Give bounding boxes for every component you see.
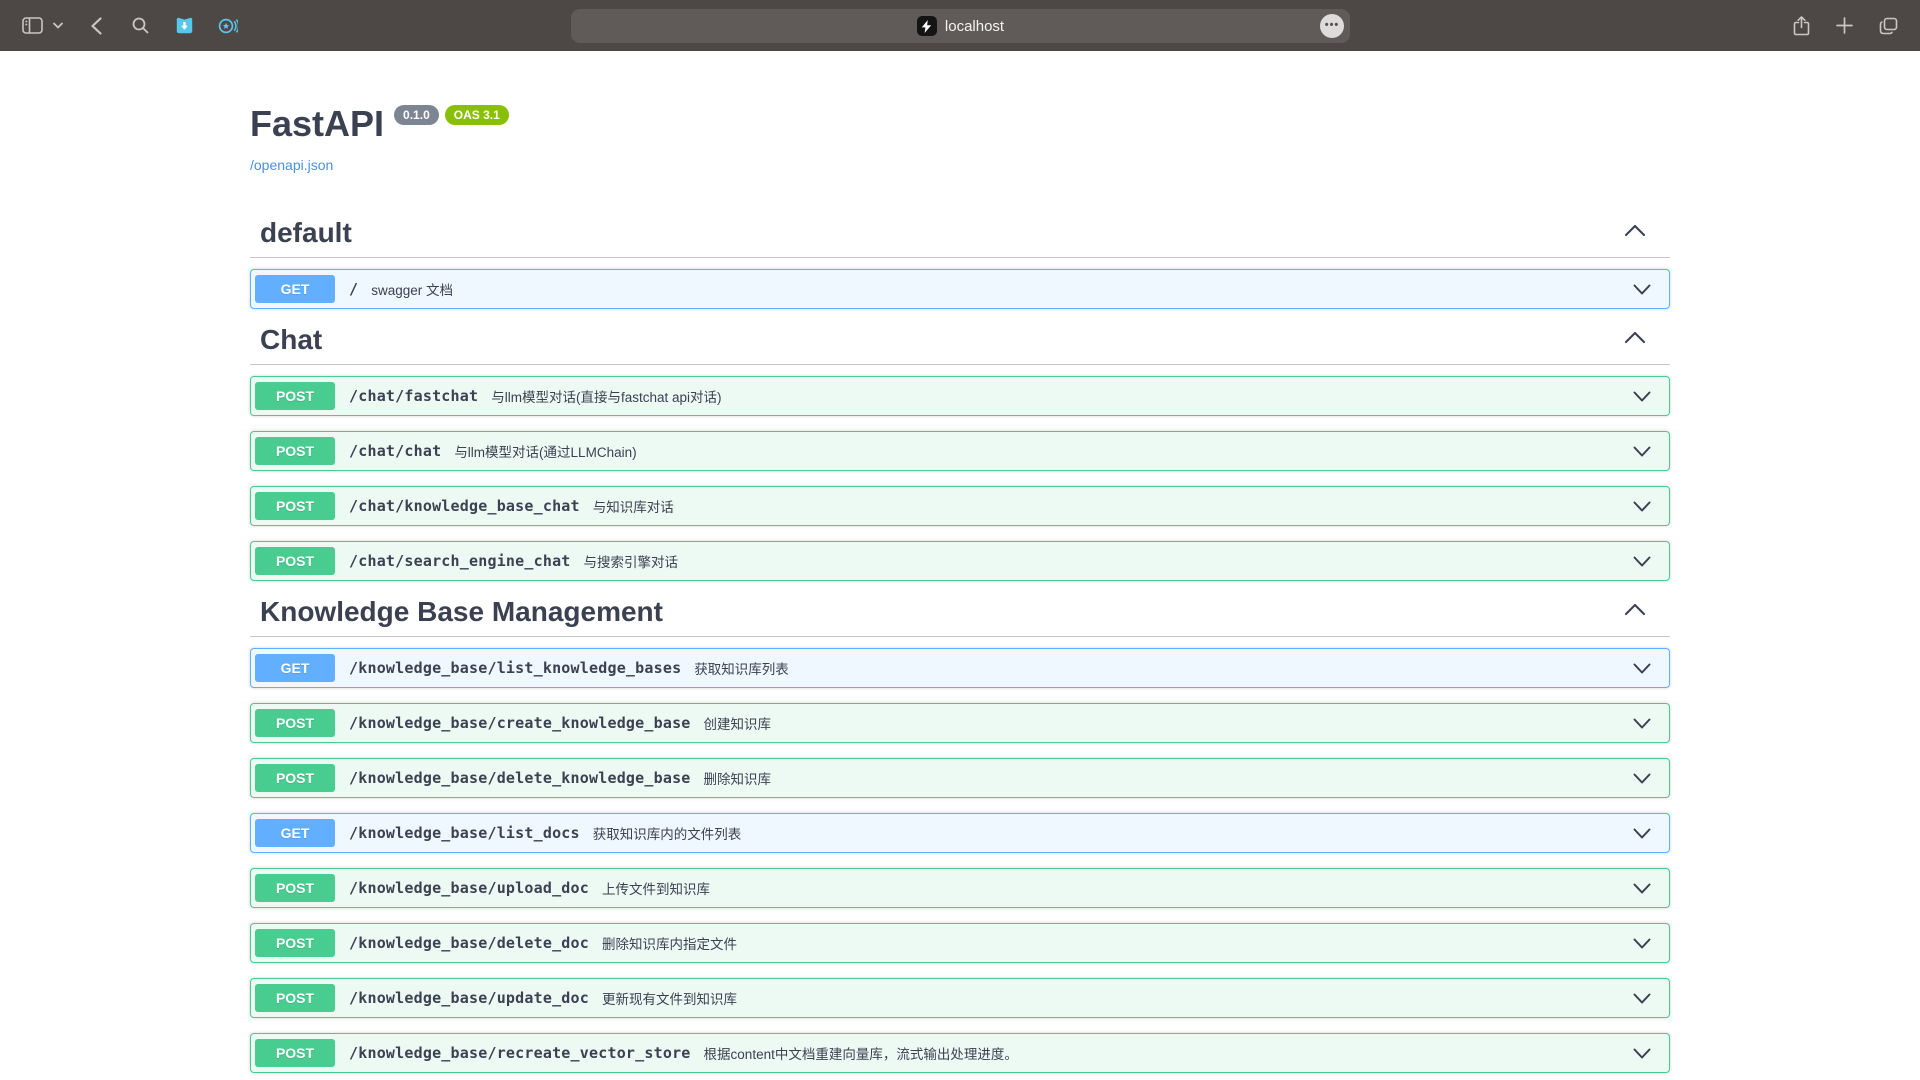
expand-chevron-icon[interactable] bbox=[1633, 1048, 1651, 1059]
operation-description: 与搜索引擎对话 bbox=[584, 551, 679, 571]
method-badge: POST bbox=[255, 1039, 335, 1067]
address-bar[interactable]: localhost ••• bbox=[571, 9, 1350, 43]
expand-chevron-icon[interactable] bbox=[1633, 391, 1651, 402]
expand-chevron-icon[interactable] bbox=[1633, 773, 1651, 784]
openapi-json-link[interactable]: /openapi.json bbox=[250, 157, 333, 173]
method-badge: POST bbox=[255, 984, 335, 1012]
expand-chevron-icon[interactable] bbox=[1633, 446, 1651, 457]
operation-description: 获取知识库内的文件列表 bbox=[593, 823, 742, 843]
sidebar-toggle-icon[interactable] bbox=[22, 17, 43, 34]
collapse-chevron-icon[interactable] bbox=[1624, 331, 1656, 349]
operation-row[interactable]: POST/chat/chat 与llm模型对话(通过LLMChain) bbox=[250, 431, 1670, 471]
operation-path: /chat/fastchat bbox=[349, 387, 478, 405]
operation-row[interactable]: POST/knowledge_base/update_doc 更新现有文件到知识库 bbox=[250, 978, 1670, 1018]
tab-overview-icon[interactable] bbox=[1879, 17, 1898, 35]
section-header[interactable]: default bbox=[250, 217, 1670, 258]
method-badge: GET bbox=[255, 819, 335, 847]
operation-description: 与llm模型对话(直接与fastchat api对话) bbox=[491, 386, 721, 406]
expand-chevron-icon[interactable] bbox=[1633, 938, 1651, 949]
section-title: Knowledge Base Management bbox=[260, 596, 663, 628]
operation-path: /knowledge_base/list_knowledge_bases bbox=[349, 659, 681, 677]
url-host: localhost bbox=[945, 18, 1004, 35]
rings-extension-icon[interactable] bbox=[218, 17, 238, 35]
collapse-chevron-icon[interactable] bbox=[1624, 224, 1656, 242]
api-section: default GET / swagger 文档 bbox=[250, 217, 1670, 309]
expand-chevron-icon[interactable] bbox=[1633, 993, 1651, 1004]
operation-description: 更新现有文件到知识库 bbox=[602, 988, 737, 1008]
operation-path: /knowledge_base/delete_knowledge_base bbox=[349, 769, 691, 787]
operation-row[interactable]: POST/knowledge_base/recreate_vector_stor… bbox=[250, 1033, 1670, 1073]
operation-row[interactable]: POST/knowledge_base/delete_doc 删除知识库内指定文件 bbox=[250, 923, 1670, 963]
search-icon[interactable] bbox=[132, 17, 149, 34]
oas-badge: OAS 3.1 bbox=[445, 105, 509, 125]
browser-toolbar: localhost ••• bbox=[0, 0, 1920, 51]
page-more-icon[interactable]: ••• bbox=[1320, 14, 1344, 38]
collapse-chevron-icon[interactable] bbox=[1624, 603, 1656, 621]
method-badge: POST bbox=[255, 382, 335, 410]
section-header[interactable]: Knowledge Base Management bbox=[250, 596, 1670, 637]
operation-path: /knowledge_base/recreate_vector_store bbox=[349, 1044, 691, 1062]
chevron-down-icon[interactable] bbox=[53, 22, 63, 29]
method-badge: POST bbox=[255, 547, 335, 575]
operation-description: 删除知识库内指定文件 bbox=[602, 933, 737, 953]
expand-chevron-icon[interactable] bbox=[1633, 284, 1651, 295]
operation-path: /chat/knowledge_base_chat bbox=[349, 497, 580, 515]
expand-chevron-icon[interactable] bbox=[1633, 883, 1651, 894]
operation-row[interactable]: POST/knowledge_base/upload_doc 上传文件到知识库 bbox=[250, 868, 1670, 908]
method-badge: GET bbox=[255, 654, 335, 682]
operation-path: /knowledge_base/list_docs bbox=[349, 824, 580, 842]
operation-row[interactable]: POST/chat/knowledge_base_chat 与知识库对话 bbox=[250, 486, 1670, 526]
operation-row[interactable]: POST/chat/search_engine_chat 与搜索引擎对话 bbox=[250, 541, 1670, 581]
operation-path: /knowledge_base/update_doc bbox=[349, 989, 589, 1007]
operation-row[interactable]: GET/knowledge_base/list_knowledge_bases 获… bbox=[250, 648, 1670, 688]
api-section: Chat POST/chat/fastchat 与llm模型对话(直接与fastch… bbox=[250, 324, 1670, 581]
operation-row[interactable]: GET / swagger 文档 bbox=[250, 269, 1670, 309]
new-tab-icon[interactable] bbox=[1836, 17, 1853, 34]
shield-extension-icon[interactable] bbox=[175, 16, 194, 35]
api-section: Knowledge Base Management GET/knowledge_b… bbox=[250, 596, 1670, 1073]
method-badge: GET bbox=[255, 275, 335, 303]
operation-description: swagger 文档 bbox=[371, 279, 453, 299]
method-badge: POST bbox=[255, 437, 335, 465]
section-title: Chat bbox=[260, 324, 322, 356]
method-badge: POST bbox=[255, 492, 335, 520]
operation-description: 上传文件到知识库 bbox=[602, 878, 710, 898]
operation-description: 创建知识库 bbox=[704, 713, 772, 733]
operation-description: 获取知识库列表 bbox=[694, 658, 789, 678]
page-title: FastAPI bbox=[250, 103, 384, 145]
site-favicon-lightning-icon bbox=[917, 16, 937, 36]
expand-chevron-icon[interactable] bbox=[1633, 828, 1651, 839]
operation-description: 删除知识库 bbox=[704, 768, 772, 788]
operation-path: /knowledge_base/upload_doc bbox=[349, 879, 589, 897]
section-title: default bbox=[260, 217, 352, 249]
swagger-page: FastAPI 0.1.0 OAS 3.1 /openapi.json defa… bbox=[230, 51, 1690, 1073]
operation-row[interactable]: GET/knowledge_base/list_docs 获取知识库内的文件列表 bbox=[250, 813, 1670, 853]
operation-path: /chat/search_engine_chat bbox=[349, 552, 571, 570]
share-icon[interactable] bbox=[1793, 16, 1810, 36]
section-header[interactable]: Chat bbox=[250, 324, 1670, 365]
back-icon[interactable] bbox=[91, 17, 102, 35]
method-badge: POST bbox=[255, 929, 335, 957]
operation-path: / bbox=[349, 280, 358, 298]
operation-path: /chat/chat bbox=[349, 442, 441, 460]
operation-description: 与知识库对话 bbox=[593, 496, 674, 516]
expand-chevron-icon[interactable] bbox=[1633, 663, 1651, 674]
operation-path: /knowledge_base/delete_doc bbox=[349, 934, 589, 952]
operation-row[interactable]: POST/knowledge_base/delete_knowledge_bas… bbox=[250, 758, 1670, 798]
expand-chevron-icon[interactable] bbox=[1633, 501, 1651, 512]
api-sections: default GET / swagger 文档 Chat POST/chat/fastc… bbox=[250, 217, 1670, 1073]
operation-description: 与llm模型对话(通过LLMChain) bbox=[454, 441, 636, 461]
expand-chevron-icon[interactable] bbox=[1633, 556, 1651, 567]
method-badge: POST bbox=[255, 709, 335, 737]
api-info: FastAPI 0.1.0 OAS 3.1 /openapi.json bbox=[250, 51, 1670, 175]
method-badge: POST bbox=[255, 874, 335, 902]
operation-row[interactable]: POST/chat/fastchat 与llm模型对话(直接与fastchat a… bbox=[250, 376, 1670, 416]
operation-description: 根据content中文档重建向量库，流式输出处理进度。 bbox=[704, 1043, 1018, 1063]
expand-chevron-icon[interactable] bbox=[1633, 718, 1651, 729]
operation-path: /knowledge_base/create_knowledge_base bbox=[349, 714, 691, 732]
operation-row[interactable]: POST/knowledge_base/create_knowledge_bas… bbox=[250, 703, 1670, 743]
method-badge: POST bbox=[255, 764, 335, 792]
version-badge: 0.1.0 bbox=[394, 105, 439, 125]
